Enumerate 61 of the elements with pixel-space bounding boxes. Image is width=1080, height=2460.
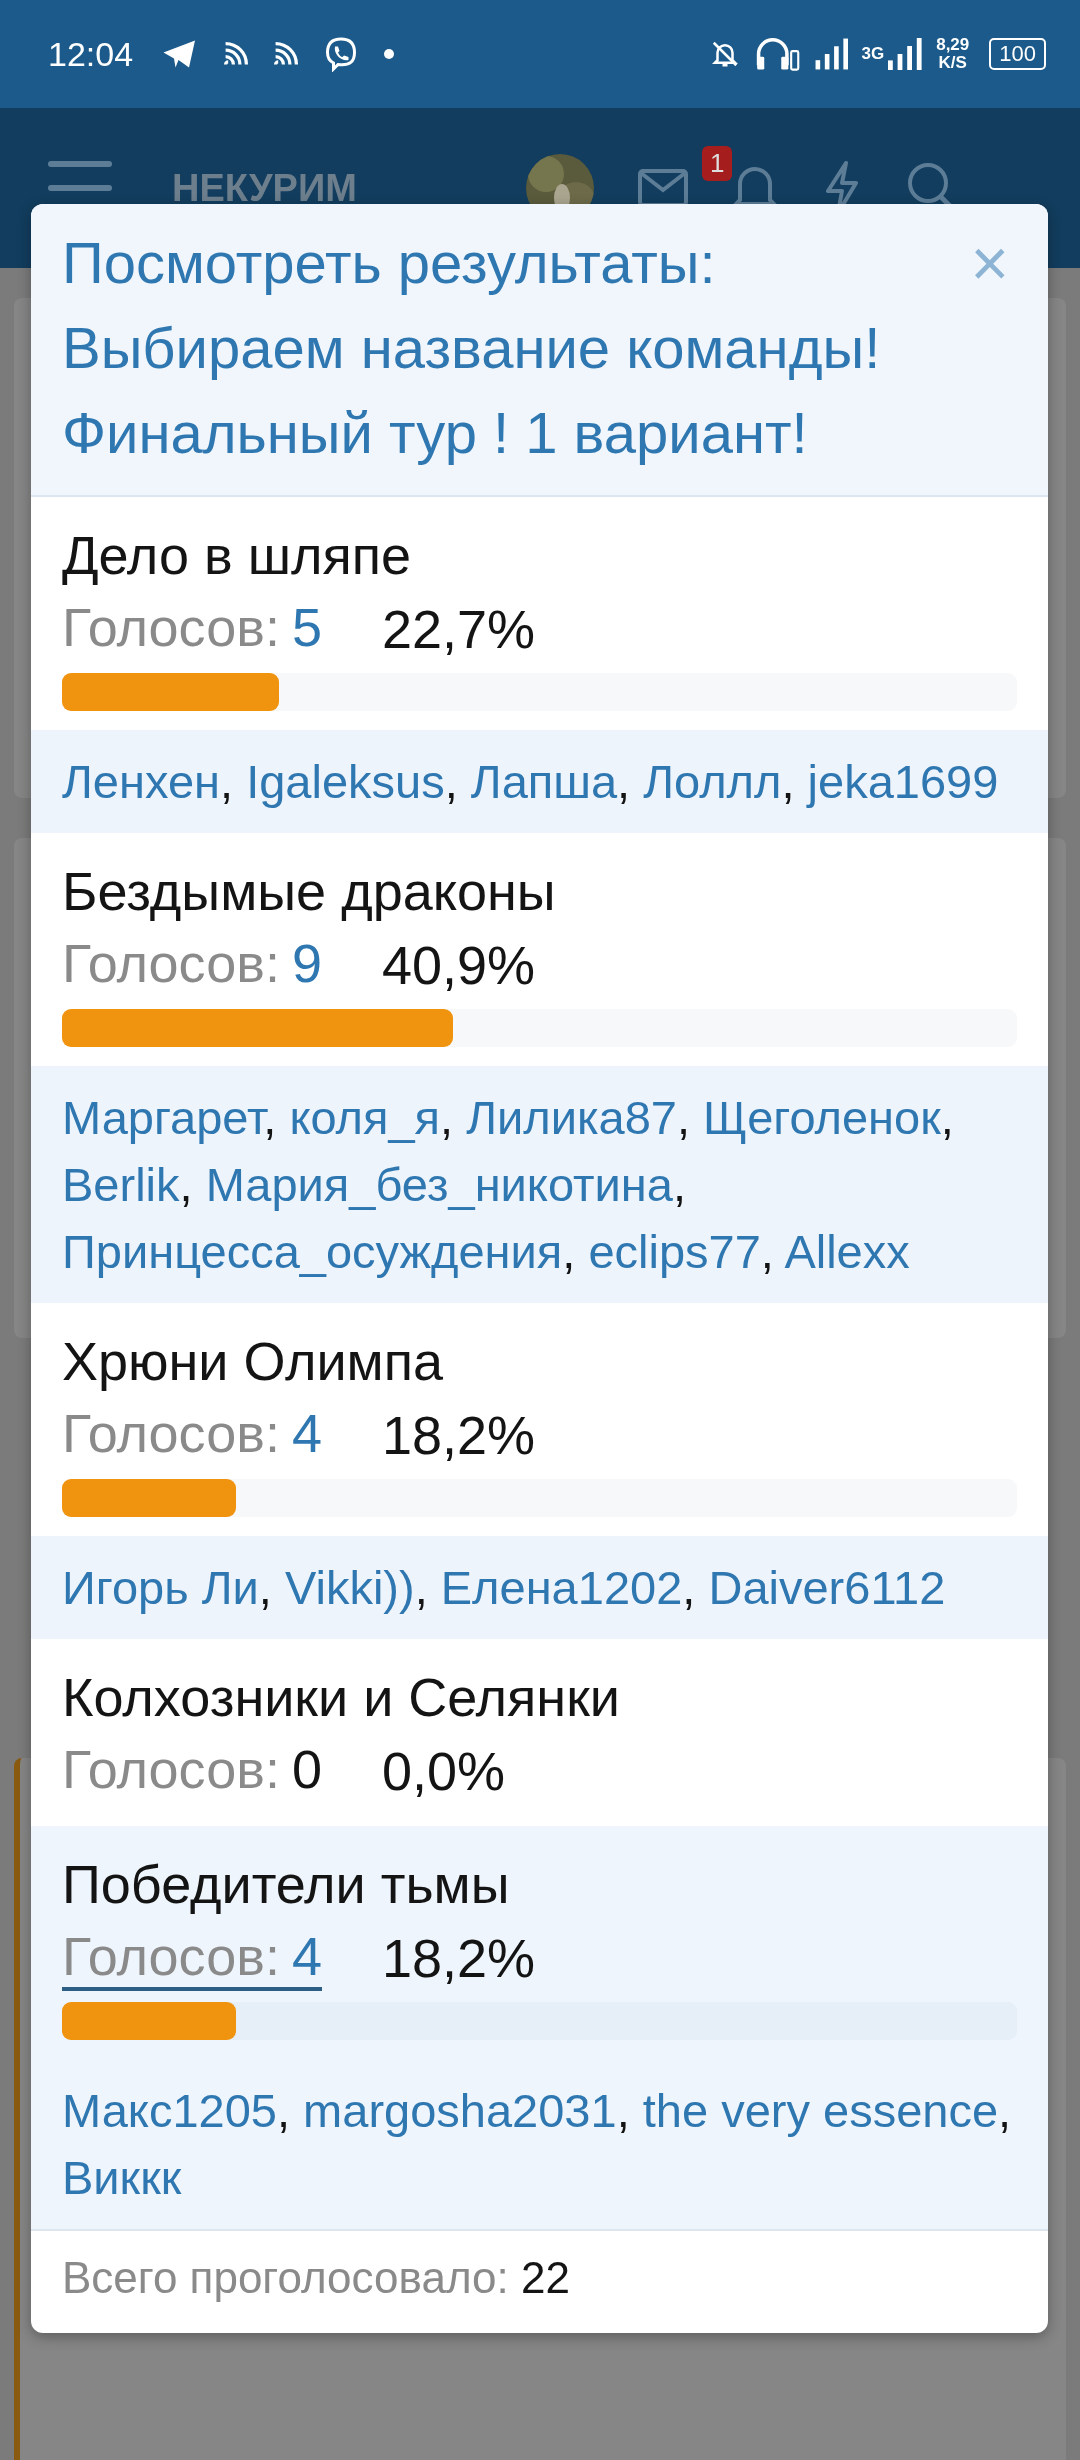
voter-link[interactable]: Igaleksus <box>246 755 445 808</box>
speed-unit: K/S <box>938 54 967 72</box>
vote-count-link[interactable]: 5 <box>291 596 322 658</box>
voter-list: Ленхен, Igaleksus, Лапша, Лоллл, jeka1699 <box>31 730 1048 833</box>
voter-link[interactable]: Vikki)) <box>284 1561 415 1614</box>
dot-icon <box>383 48 396 60</box>
clock: 12:04 <box>48 34 134 74</box>
signal-icon <box>886 38 923 70</box>
voter-link[interactable]: jeka1699 <box>807 755 999 808</box>
network-type: 3G <box>861 45 885 63</box>
voter-link[interactable]: Макс1205 <box>62 2084 277 2137</box>
voter-link[interactable]: коля_я <box>289 1091 441 1144</box>
voter-link[interactable]: Лапша <box>470 755 618 808</box>
voter-link[interactable]: Allexx <box>784 1225 910 1278</box>
voter-list: Маргарет, коля_я, Лилика87, Щеголенок, Berlik, Мария_без_никотина, Принцесса_осуждения, eclips77, Allexx <box>31 1066 1048 1303</box>
mail-icon[interactable] <box>638 169 688 207</box>
votes-label: Голосов: <box>62 1402 280 1464</box>
voter-list: Игорь Ли, Vikki)), Елена1202, Daiver6112 <box>31 1536 1048 1639</box>
option-name: Колхозники и Селянки <box>62 1666 621 1729</box>
option-name: Дело в шляпе <box>62 524 412 587</box>
total-votes: Всего проголосовало: 22 <box>31 2229 1048 2333</box>
voter-link[interactable]: Принцесса_осуждения <box>62 1225 563 1278</box>
vote-count-link[interactable]: 9 <box>291 932 322 994</box>
voter-link[interactable]: Daiver6112 <box>708 1561 946 1614</box>
vote-percent: 40,9% <box>382 934 536 997</box>
battery-indicator: 100 <box>989 38 1046 70</box>
speed-value: 8,29 <box>936 36 970 54</box>
site-logo[interactable]: НЕКУРИМ <box>172 168 422 208</box>
vote-percent: 18,2% <box>382 1404 536 1467</box>
voter-link[interactable]: Щеголенок <box>703 1091 941 1144</box>
dialog-title: Посмотреть результаты: Выбираем название команды! Финальный тур ! 1 вариант! <box>62 229 882 467</box>
voter-link[interactable]: Мария_без_никотина <box>205 1158 673 1211</box>
option-name: Победители тьмы <box>62 1853 511 1916</box>
voter-link[interactable]: Лилика87 <box>466 1091 677 1144</box>
voter-link[interactable]: Елена1202 <box>440 1561 683 1614</box>
vote-percent: 0,0% <box>382 1740 506 1803</box>
voter-link[interactable]: the very essence <box>642 2084 999 2137</box>
voter-link[interactable]: Игорь Ли <box>62 1561 259 1614</box>
notification-badge: 1 <box>702 146 733 181</box>
votes-label: Голосов: <box>62 596 280 658</box>
voter-list: Макс1205, margosha2031, the very essence, Виккк <box>31 2059 1048 2229</box>
option-name: Хрюни Олимпа <box>62 1330 444 1393</box>
voter-link[interactable]: Berlik <box>62 1158 180 1211</box>
cast-icon <box>273 41 300 67</box>
vote-count: 0 <box>291 1738 322 1800</box>
votes-label: Голосов: <box>62 932 280 994</box>
vote-percent: 22,7% <box>382 598 536 661</box>
voter-link[interactable]: Лоллл <box>643 755 782 808</box>
voter-link[interactable]: Маргарет <box>62 1091 264 1144</box>
voter-link[interactable]: Ленхен <box>62 755 220 808</box>
signal-icon <box>813 38 848 70</box>
vote-count-link[interactable]: 4 <box>291 1402 322 1464</box>
vote-percent: 18,2% <box>382 1927 536 1990</box>
vote-count-link[interactable]: 4 <box>291 1925 322 1987</box>
voter-link[interactable]: eclips77 <box>588 1225 761 1278</box>
cast-icon <box>223 41 250 67</box>
option-name: Бездымые драконы <box>62 860 557 923</box>
voter-link[interactable]: margosha2031 <box>303 2084 617 2137</box>
votes-label: Голосов: <box>62 1925 280 1987</box>
voter-link[interactable]: Виккк <box>62 2151 182 2204</box>
votes-label: Голосов: <box>62 1738 280 1800</box>
